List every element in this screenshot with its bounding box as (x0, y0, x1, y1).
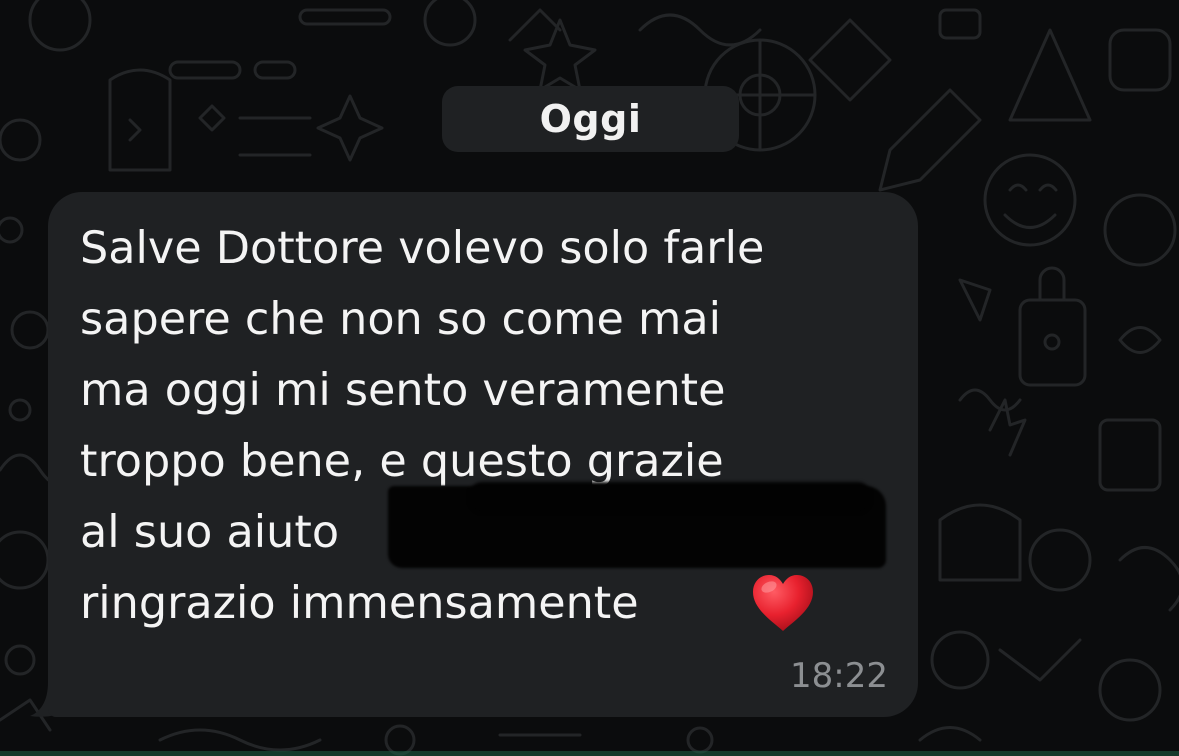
message-line: ringrazio immensamente (80, 578, 639, 629)
bottom-accent-line (0, 751, 1179, 756)
message-line: troppo bene, e questo grazie (80, 436, 724, 487)
message-line: Salve Dottore volevo solo farle (80, 223, 765, 274)
redaction-mark (470, 482, 870, 512)
message-line: al suo aiuto (80, 507, 340, 558)
message-line: sapere che non so come mai (80, 294, 721, 345)
message-timestamp: 18:22 (790, 656, 888, 696)
heart-icon (753, 575, 813, 631)
message-line: ma oggi mi sento veramente (80, 365, 726, 416)
date-separator-label: Oggi (539, 97, 642, 141)
date-separator-chip: Oggi (442, 86, 739, 152)
